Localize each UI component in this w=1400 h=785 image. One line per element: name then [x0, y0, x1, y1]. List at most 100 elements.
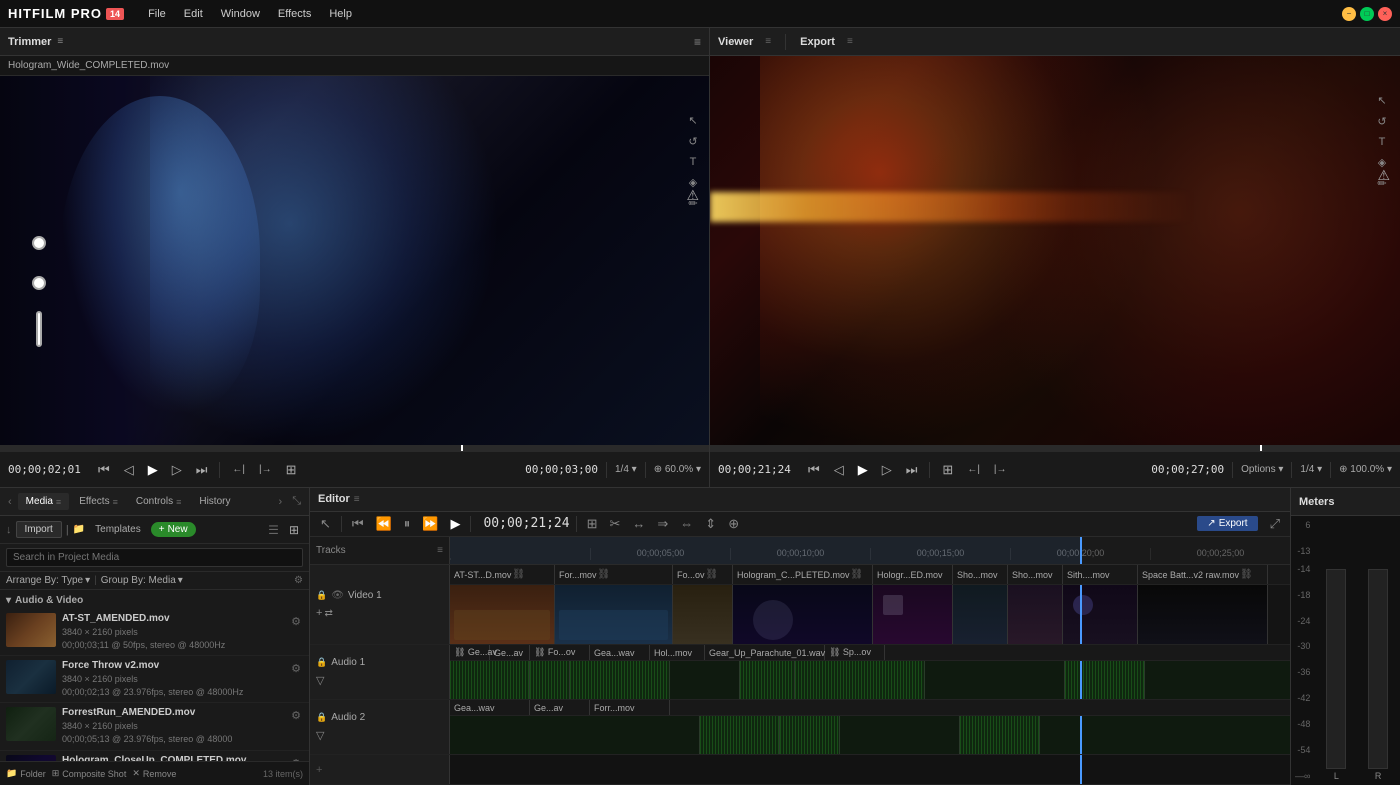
next-btn[interactable]: ⏭ [192, 460, 212, 480]
viewer-title[interactable]: Viewer [718, 36, 753, 48]
editor-title[interactable]: Editor [318, 493, 350, 505]
vclip-3[interactable] [673, 585, 733, 644]
minimize-button[interactable]: − [1342, 7, 1356, 21]
viewer-next-btn[interactable]: ⏭ [902, 460, 922, 480]
video-add-icon[interactable]: + [316, 607, 322, 619]
tracks-menu-icon[interactable]: ≡ [437, 545, 443, 556]
import-button[interactable]: Import [16, 521, 62, 538]
aclip1-1[interactable] [450, 661, 530, 699]
media-settings-2[interactable]: ⚙ [289, 660, 303, 677]
viewer-in[interactable]: ←| [963, 462, 984, 477]
timeline-ruler[interactable]: 00;00;05;00 00;00;10;00 00;00;15;00 00;0… [450, 537, 1290, 564]
editor-razor-btn[interactable]: ✂ [605, 514, 624, 534]
editor-expand-btn[interactable]: ⤢ [1266, 514, 1284, 534]
export-button[interactable]: ↗ Export [1197, 516, 1257, 531]
media-item-2[interactable]: Force Throw v2.mov 3840 × 2160 pixels 00… [0, 656, 309, 703]
vclip-2[interactable] [555, 585, 673, 644]
viewer-out[interactable]: |→ [990, 462, 1011, 477]
prev-btn[interactable]: ⏮ [94, 460, 114, 480]
video-lock-icon[interactable]: 🔒 [316, 590, 327, 601]
video-transform-icon[interactable]: ⇄ [324, 608, 332, 619]
viewer-options[interactable]: Options ▾ [1241, 464, 1283, 475]
vclip-9[interactable] [1138, 585, 1268, 644]
vclip-6[interactable] [953, 585, 1008, 644]
export-tab[interactable]: Export [800, 36, 835, 48]
tab-effects[interactable]: Effects ≡ [71, 493, 126, 510]
close-button[interactable]: × [1378, 7, 1392, 21]
snap-btn[interactable]: ⊞ [282, 460, 301, 480]
list-view-btn[interactable]: ☰ [264, 521, 283, 539]
viewer-quality[interactable]: 1/4 ▾ [1300, 464, 1322, 475]
tab-media[interactable]: Media ≡ [18, 493, 70, 510]
editor-ripple-btn[interactable]: ⇒ [653, 514, 672, 534]
audio1-expand-icon[interactable]: ▽ [316, 674, 324, 687]
vclip-1[interactable] [450, 585, 555, 644]
nav-back[interactable]: ‹ [4, 494, 16, 510]
zoom-select[interactable]: ⊕ 60.0% ▾ [654, 464, 701, 475]
viewer-text-icon[interactable]: T [1377, 134, 1388, 150]
grid-view-btn[interactable]: ⊞ [285, 521, 303, 539]
media-item-4[interactable]: Hologram_CloseUp_COMPLETED.mov 3840 × 21… [0, 751, 309, 761]
viewer-play-btn[interactable]: ▶ [854, 460, 872, 480]
editor-roll-btn[interactable]: ⇔ [676, 514, 697, 533]
play-btn[interactable]: ▶ [144, 460, 162, 480]
editor-slip-btn[interactable]: ↔ [628, 514, 649, 533]
trimmer-handle-3[interactable] [36, 311, 42, 347]
trimmer-handle-1[interactable] [32, 236, 46, 250]
templates-button[interactable]: Templates [89, 522, 147, 537]
rotate-icon[interactable]: ↺ [686, 133, 699, 150]
viewer-prev-btn[interactable]: ⏮ [804, 460, 824, 480]
media-settings-1[interactable]: ⚙ [289, 613, 303, 630]
arrange-by-dropdown[interactable]: Arrange By: Type ▾ [6, 575, 90, 586]
aclip1-3[interactable] [570, 661, 670, 699]
group-by-dropdown[interactable]: Group By: Media ▾ [101, 575, 183, 586]
menu-file[interactable]: File [140, 6, 174, 22]
aclip2-2[interactable] [780, 716, 840, 754]
new-button[interactable]: + New [151, 522, 196, 537]
menu-edit[interactable]: Edit [176, 6, 211, 22]
trimmer-handle-2[interactable] [32, 276, 46, 290]
pointer-icon[interactable]: ↖ [686, 112, 699, 129]
aclip1-chain[interactable] [1065, 661, 1145, 699]
aclip1-5[interactable] [740, 661, 795, 699]
menu-effects[interactable]: Effects [270, 6, 319, 22]
aclip1-4[interactable] [670, 661, 740, 699]
viewer-play-in-btn[interactable]: ◁ [830, 460, 848, 480]
media-item-3[interactable]: ForrestRun_AMENDED.mov 3840 × 2160 pixel… [0, 703, 309, 750]
text-tool-icon[interactable]: T [688, 154, 699, 170]
aclip2-1[interactable] [700, 716, 780, 754]
editor-step-back[interactable]: ⏪ [372, 514, 396, 534]
audio2-lock-icon[interactable]: 🔒 [316, 712, 327, 723]
composite-shot-btn[interactable]: ⊞ Composite Shot [52, 768, 127, 779]
audio2-clips-row[interactable] [450, 716, 1290, 754]
folder-btn[interactable]: 📁 Folder [6, 768, 46, 779]
vclip-5[interactable] [873, 585, 953, 644]
editor-pointer-tool[interactable]: ↖ [316, 514, 335, 534]
remove-btn[interactable]: ✕ Remove [132, 768, 176, 779]
media-category-av[interactable]: ▾ Audio & Video [0, 592, 309, 609]
trimmer-playhead-bar[interactable] [0, 445, 709, 451]
vclip-8[interactable] [1063, 585, 1138, 644]
play-out-btn[interactable]: ▷ [168, 460, 186, 480]
panel-collapse[interactable]: ⤡ [288, 493, 305, 510]
editor-pause-btn[interactable]: ⏸ [400, 514, 415, 534]
maximize-button[interactable]: □ [1360, 7, 1374, 21]
editor-snap-btn[interactable]: ⊞ [583, 514, 602, 534]
aclip1-2[interactable] [530, 661, 570, 699]
tab-controls[interactable]: Controls ≡ [128, 493, 190, 510]
vclip-4[interactable] [733, 585, 873, 644]
aclip2-3[interactable] [960, 716, 1040, 754]
menu-help[interactable]: Help [321, 6, 360, 22]
search-input[interactable] [6, 548, 303, 567]
video-clips-row[interactable] [450, 585, 1290, 644]
aclip1-7[interactable] [925, 661, 1065, 699]
viewer-playhead-bar[interactable] [710, 445, 1400, 451]
in-marker[interactable]: ←| [228, 462, 249, 477]
settings-icon[interactable]: ⚙ [294, 575, 303, 586]
viewer-play-out-btn[interactable]: ▷ [878, 460, 896, 480]
panel-expand[interactable]: › [275, 494, 287, 510]
editor-play-btn[interactable]: ▶ [446, 514, 464, 534]
media-settings-3[interactable]: ⚙ [289, 707, 303, 724]
audio2-expand-icon[interactable]: ▽ [316, 729, 324, 742]
play-in-btn[interactable]: ◁ [120, 460, 138, 480]
